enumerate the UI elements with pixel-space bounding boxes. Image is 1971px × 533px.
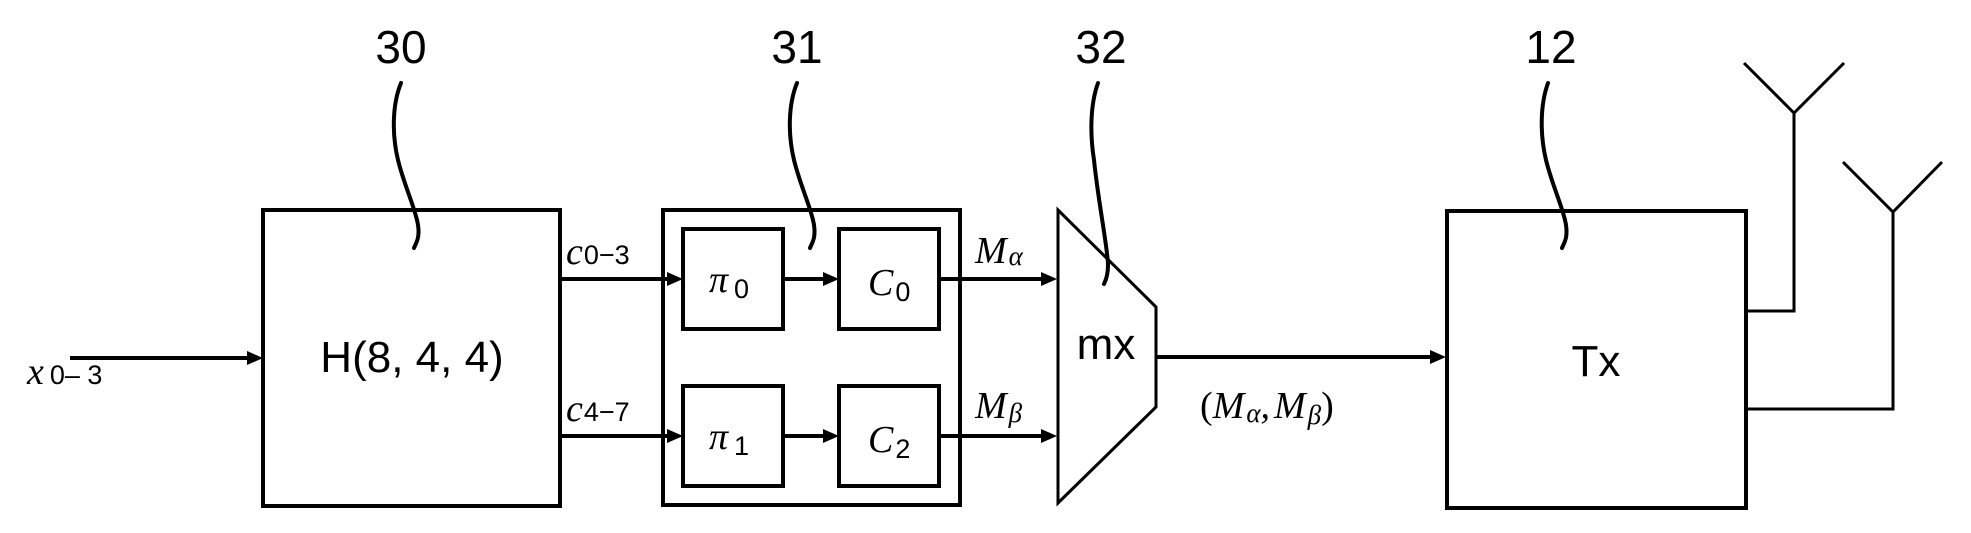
input-arrowhead <box>247 351 263 365</box>
interleaver-1-block <box>681 384 785 488</box>
encoder-label: H(8, 4, 4) <box>320 333 503 382</box>
m-beta-arrowhead <box>1041 429 1057 443</box>
antenna-1-icon <box>1742 61 1846 116</box>
ref-numeral-30: 30 <box>375 21 426 73</box>
transmitter-label: Tx <box>1572 337 1621 386</box>
code-2-label: C2 <box>868 419 910 464</box>
ref-numeral-12: 12 <box>1525 21 1576 73</box>
leader-line-30 <box>391 81 421 250</box>
interleave-code-block <box>661 208 962 507</box>
m-alpha-arrowhead <box>1041 272 1057 286</box>
mux-output-arrowhead <box>1430 350 1446 364</box>
leader-line-31 <box>787 81 817 250</box>
ref-numeral-31: 31 <box>771 21 822 73</box>
interleaver-0-block <box>681 227 785 331</box>
c-upper-label: c0−3 <box>566 231 630 273</box>
c-lower-arrowhead <box>667 429 683 443</box>
m-beta-label: Mβ <box>974 385 1023 428</box>
leader-line-32 <box>1089 81 1111 286</box>
pi0-to-c0-arrowhead <box>823 272 839 286</box>
interleaver-0-label: π0 <box>709 259 749 304</box>
ref-numeral-32: 32 <box>1075 21 1126 73</box>
pi1-to-c2-arrowhead <box>823 429 839 443</box>
antenna-1 <box>1742 61 1846 313</box>
code-0-label: C0 <box>868 262 910 307</box>
interleaver-1-label: π1 <box>709 416 749 461</box>
c-upper-arrowhead <box>667 272 683 286</box>
m-alpha-label: Mα <box>974 230 1024 272</box>
c-lower-label: c4−7 <box>566 388 630 430</box>
leader-line-12 <box>1539 81 1569 250</box>
antenna-1-feed <box>1746 113 1796 313</box>
antenna-2 <box>1746 160 1944 411</box>
multiplexer-label: mx <box>1077 320 1136 369</box>
mux-output-label: (Mα, Mβ) <box>1200 385 1334 430</box>
antenna-2-icon <box>1841 160 1944 215</box>
block-diagram: 30 31 32 12 x 0– 3 H(8, 4, 4) c0−3 c4−7 π… <box>26 21 1944 510</box>
